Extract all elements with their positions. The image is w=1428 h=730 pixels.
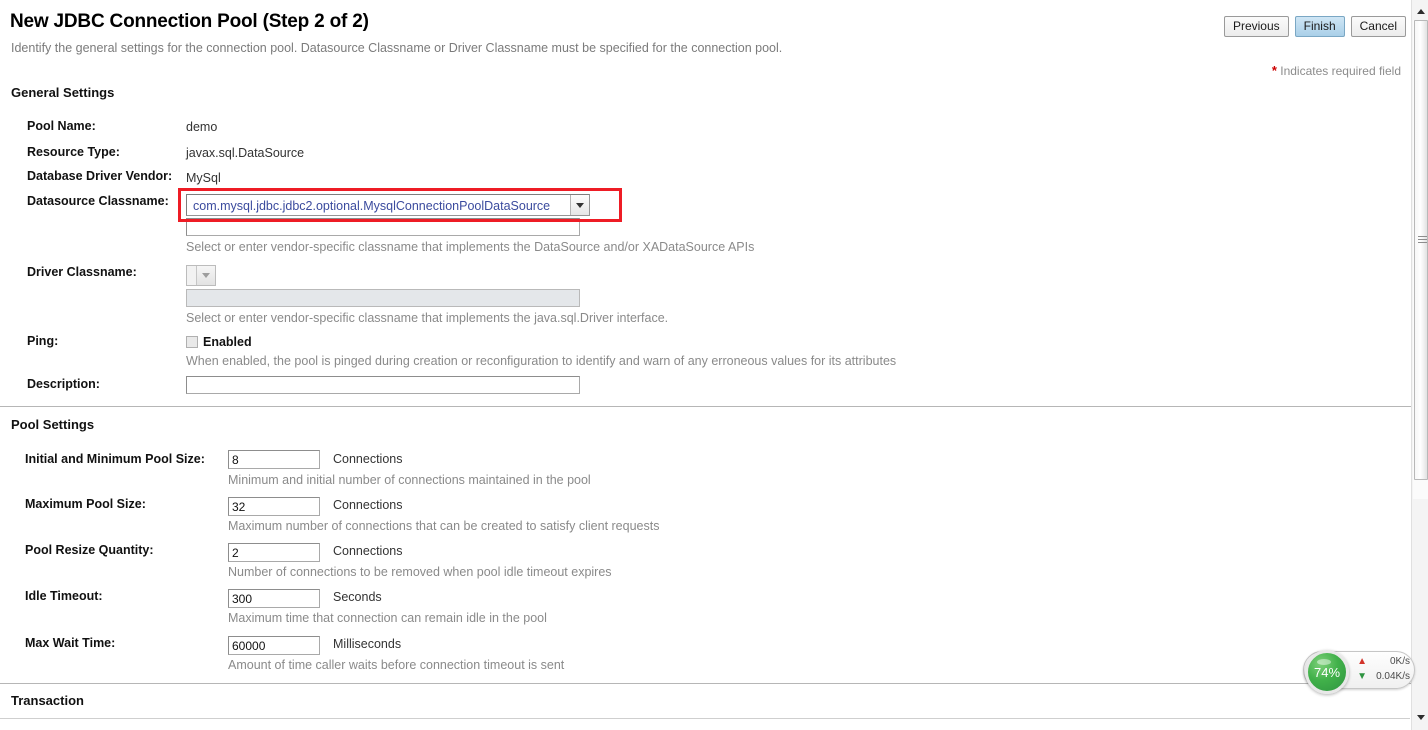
max-wait-time-unit: Milliseconds — [333, 637, 401, 651]
required-asterisk: * — [1272, 63, 1277, 78]
initial-min-pool-size-unit: Connections — [333, 452, 403, 466]
idle-timeout-unit: Seconds — [333, 590, 382, 604]
initial-min-pool-size-hint: Minimum and initial number of connection… — [228, 473, 591, 487]
idle-timeout-input[interactable] — [228, 589, 320, 608]
driver-classname-custom-input[interactable] — [186, 289, 580, 307]
previous-button[interactable]: Previous — [1224, 16, 1289, 37]
cpu-usage-dial[interactable]: 74% — [1305, 650, 1349, 694]
scrollbar-grip-icon — [1418, 236, 1427, 244]
resource-type-label: Resource Type: — [27, 145, 120, 159]
jdbc-connection-pool-wizard: New JDBC Connection Pool (Step 2 of 2) I… — [0, 0, 1428, 730]
pool-resize-quantity-input[interactable] — [228, 543, 320, 562]
divider-pool-settings — [0, 406, 1412, 407]
checkbox-icon[interactable] — [186, 336, 198, 348]
required-note-text: Indicates required field — [1280, 64, 1401, 78]
maximum-pool-size-label: Maximum Pool Size: — [25, 497, 146, 511]
finish-button[interactable]: Finish — [1295, 16, 1345, 37]
ping-hint: When enabled, the pool is pinged during … — [186, 354, 896, 368]
download-rate-row: ▼ 0.04K/s — [1352, 669, 1410, 684]
datasource-classname-select[interactable]: com.mysql.jdbc.jdbc2.optional.MysqlConne… — [186, 194, 590, 216]
datasource-classname-hint: Select or enter vendor-specific classnam… — [186, 240, 754, 254]
upload-rate-row: ▲ 0K/s — [1352, 654, 1410, 669]
arrow-up-icon: ▲ — [1357, 657, 1367, 667]
section-general-settings: General Settings — [11, 85, 114, 100]
pool-name-value: demo — [186, 120, 217, 134]
chevron-down-icon[interactable] — [570, 195, 589, 215]
driver-classname-selected-text — [187, 266, 196, 285]
scroll-up-arrow-icon[interactable] — [1412, 3, 1428, 20]
ping-label: Ping: — [27, 334, 58, 348]
database-driver-vendor-value: MySql — [186, 171, 221, 185]
pool-resize-quantity-label: Pool Resize Quantity: — [25, 543, 154, 557]
arrow-down-icon: ▼ — [1357, 672, 1367, 682]
network-rates: ▲ 0K/s ▼ 0.04K/s — [1352, 654, 1410, 684]
initial-min-pool-size-label: Initial and Minimum Pool Size: — [25, 452, 205, 466]
section-pool-settings: Pool Settings — [11, 417, 94, 432]
page-subtitle: Identify the general settings for the co… — [11, 41, 782, 55]
pool-name-label: Pool Name: — [27, 119, 96, 133]
upload-rate-value: 0K/s — [1370, 654, 1410, 669]
wizard-button-bar: Previous Finish Cancel — [1224, 16, 1406, 37]
ping-enabled-label: Enabled — [203, 335, 252, 349]
maximum-pool-size-unit: Connections — [333, 498, 403, 512]
resource-type-value: javax.sql.DataSource — [186, 146, 304, 160]
bottom-divider — [0, 718, 1410, 719]
page-title: New JDBC Connection Pool (Step 2 of 2) — [10, 11, 369, 33]
scrollbar-thumb[interactable] — [1414, 20, 1428, 480]
divider-transaction — [0, 683, 1412, 684]
maximum-pool-size-input[interactable] — [228, 497, 320, 516]
required-field-note: * Indicates required field — [1272, 63, 1401, 78]
initial-min-pool-size-input[interactable] — [228, 450, 320, 469]
driver-classname-hint: Select or enter vendor-specific classnam… — [186, 311, 668, 325]
description-label: Description: — [27, 377, 100, 391]
cancel-button[interactable]: Cancel — [1351, 16, 1406, 37]
section-transaction: Transaction — [11, 693, 84, 708]
maximum-pool-size-hint: Maximum number of connections that can b… — [228, 519, 659, 533]
idle-timeout-hint: Maximum time that connection can remain … — [228, 611, 547, 625]
vertical-scrollbar[interactable] — [1411, 0, 1428, 730]
max-wait-time-hint: Amount of time caller waits before conne… — [228, 658, 564, 672]
datasource-classname-label: Datasource Classname: — [27, 194, 169, 208]
cpu-usage-percent: 74% — [1314, 665, 1340, 680]
scroll-down-arrow-icon[interactable] — [1412, 709, 1428, 726]
chevron-down-icon[interactable] — [196, 266, 215, 285]
pool-resize-quantity-hint: Number of connections to be removed when… — [228, 565, 612, 579]
max-wait-time-input[interactable] — [228, 636, 320, 655]
driver-classname-label: Driver Classname: — [27, 265, 137, 279]
description-input[interactable] — [186, 376, 580, 394]
database-driver-vendor-label: Database Driver Vendor: — [27, 169, 172, 183]
datasource-classname-custom-input[interactable] — [186, 218, 580, 236]
pool-resize-quantity-unit: Connections — [333, 544, 403, 558]
driver-classname-select[interactable] — [186, 265, 216, 286]
idle-timeout-label: Idle Timeout: — [25, 589, 103, 603]
datasource-classname-selected-text: com.mysql.jdbc.jdbc2.optional.MysqlConne… — [187, 195, 570, 215]
max-wait-time-label: Max Wait Time: — [25, 636, 115, 650]
ping-enabled-checkbox[interactable]: Enabled — [186, 335, 252, 349]
download-rate-value: 0.04K/s — [1370, 669, 1410, 684]
